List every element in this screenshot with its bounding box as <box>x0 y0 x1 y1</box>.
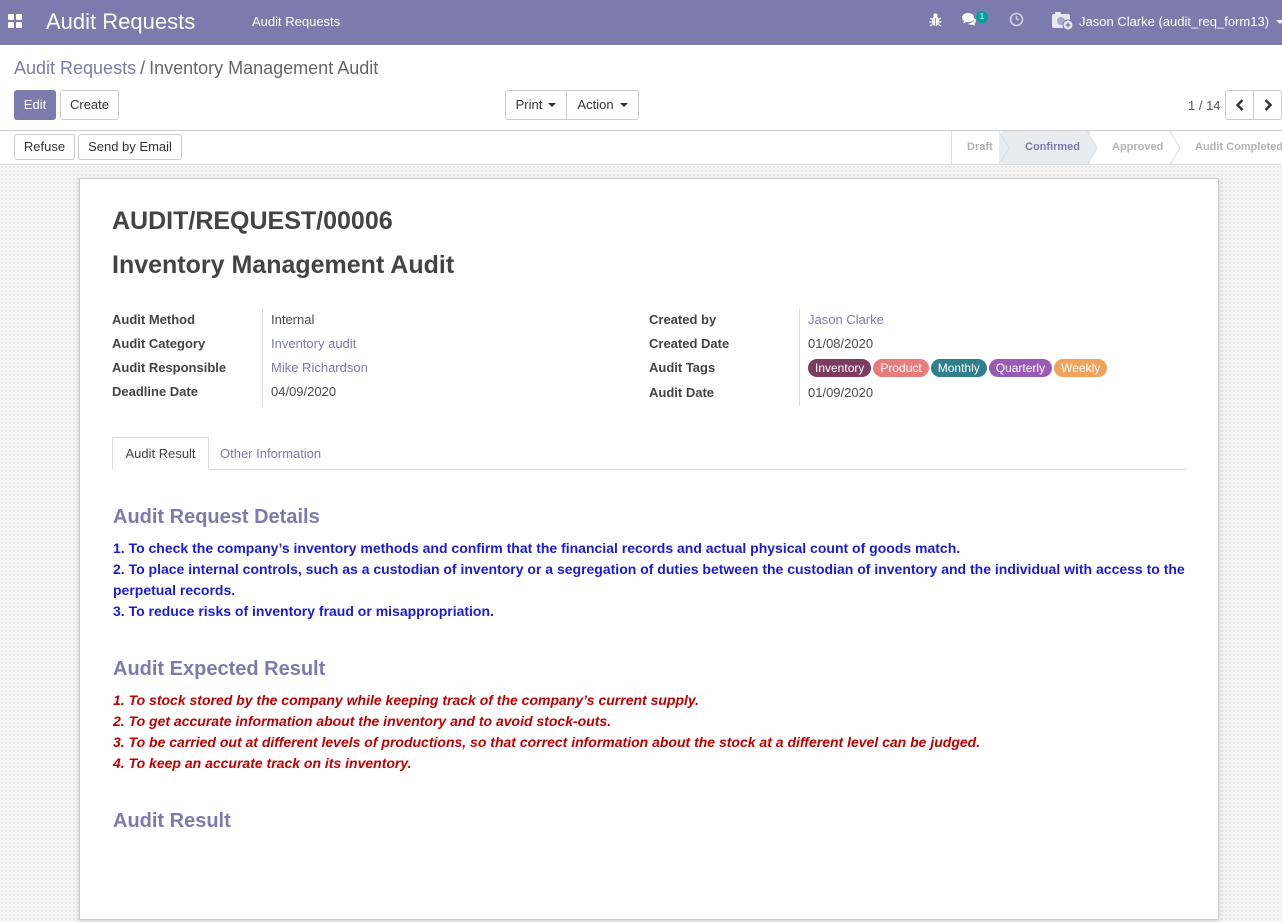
chevron-left-icon <box>1235 99 1243 111</box>
stage-audit-completed[interactable]: Audit Completed <box>1195 141 1282 153</box>
chat-count-badge: 1 <box>976 11 988 23</box>
avatar-icon[interactable] <box>1052 11 1074 34</box>
caret-down-icon <box>619 102 628 107</box>
action-dropdown[interactable]: Action <box>566 90 639 120</box>
label-created-date: Created Date <box>649 336 730 351</box>
label-audit-date: Audit Date <box>649 385 714 400</box>
breadcrumb-separator: / <box>140 58 146 78</box>
label-deadline-date: Deadline Date <box>112 384 198 399</box>
create-button[interactable]: Create <box>60 90 119 120</box>
value-deadline-date: 04/09/2020 <box>271 384 337 399</box>
menu-audit-requests[interactable]: Audit Requests <box>252 14 340 29</box>
tag-quarterly[interactable]: Quarterly <box>988 359 1053 377</box>
value-audit-responsible[interactable]: Mike Richardson <box>271 360 368 375</box>
print-dropdown[interactable]: Print <box>505 90 567 120</box>
heading-audit-result: Audit Result <box>113 810 231 832</box>
expected-line-2: 2. To get accurate information about the… <box>113 713 612 729</box>
chevron-right-icon <box>1264 99 1272 111</box>
chat-icon[interactable] <box>961 12 977 30</box>
stage-approved[interactable]: Approved <box>1112 141 1163 153</box>
label-audit-tags: Audit Tags <box>649 360 716 375</box>
detail-line-2: 2. To place internal controls, such as a… <box>113 561 1185 598</box>
label-audit-category: Audit Category <box>112 336 206 351</box>
print-label: Print <box>515 97 543 112</box>
heading-audit-expected-result: Audit Expected Result <box>113 658 326 680</box>
apps-icon[interactable] <box>8 14 22 28</box>
detail-line-3: 3. To reduce risks of inventory fraud or… <box>113 603 494 619</box>
pager-value[interactable]: 1 / 14 <box>1188 98 1221 113</box>
stage-draft[interactable]: Draft <box>967 141 993 153</box>
tag-inventory[interactable]: Inventory <box>808 359 872 377</box>
heading-audit-request-details: Audit Request Details <box>113 506 320 528</box>
breadcrumb-parent[interactable]: Audit Requests <box>14 58 136 78</box>
value-audit-date: 01/09/2020 <box>808 385 874 400</box>
tag-product[interactable]: Product <box>873 359 929 377</box>
stage-arrow <box>1086 131 1098 165</box>
detail-line-1: 1. To check the company’s inventory meth… <box>113 540 961 556</box>
edit-button[interactable]: Edit <box>14 90 56 120</box>
value-audit-method: Internal <box>271 312 315 327</box>
pager-previous-button[interactable] <box>1225 90 1254 120</box>
stage-arrow <box>1169 131 1181 165</box>
label-audit-responsible: Audit Responsible <box>112 360 227 375</box>
label-created-by: Created by <box>649 312 717 327</box>
expected-line-4: 4. To keep an accurate track on its inve… <box>113 755 412 771</box>
tab-audit-result[interactable]: Audit Result <box>112 437 209 470</box>
label-audit-method: Audit Method <box>112 312 196 327</box>
value-audit-category[interactable]: Inventory audit <box>271 336 356 351</box>
caret-down-icon <box>548 102 557 107</box>
expected-line-1: 1. To stock stored by the company while … <box>113 692 700 708</box>
refuse-button[interactable]: Refuse <box>14 134 75 160</box>
top-navbar: Audit Requests Audit Requests 1 Jason Cl… <box>0 0 1282 45</box>
action-label: Action <box>577 97 614 112</box>
audit-tags: Inventory Product Monthly Quarterly Weekly <box>808 359 1109 377</box>
record-name: Inventory Management Audit <box>112 251 455 279</box>
chevron-down-icon[interactable] <box>1276 20 1282 24</box>
record-reference: AUDIT/REQUEST/00006 <box>112 207 393 235</box>
field-divider <box>262 309 263 406</box>
app-title[interactable]: Audit Requests <box>46 9 195 35</box>
user-menu[interactable]: Jason Clarke (audit_req_form13) <box>1079 14 1269 29</box>
expected-line-3: 3. To be carried out at different levels… <box>113 734 981 750</box>
tab-other-information[interactable]: Other Information <box>220 446 321 461</box>
pager-next-button[interactable] <box>1253 90 1282 120</box>
clock-icon[interactable] <box>1009 12 1024 30</box>
breadcrumb: Audit Requests / Inventory Management Audi… <box>14 58 378 79</box>
value-created-by[interactable]: Jason Clarke <box>808 312 884 327</box>
breadcrumb-current: Inventory Management Audit <box>149 58 379 78</box>
field-divider <box>799 309 800 406</box>
stage-arrow <box>998 131 1010 165</box>
stage-confirmed[interactable]: Confirmed <box>1025 141 1080 153</box>
tag-weekly[interactable]: Weekly <box>1054 359 1108 377</box>
stage-divider <box>951 131 952 165</box>
bug-icon[interactable] <box>929 12 942 31</box>
value-created-date: 01/08/2020 <box>808 336 874 351</box>
send-email-button[interactable]: Send by Email <box>78 134 182 160</box>
tag-monthly[interactable]: Monthly <box>930 359 987 377</box>
tab-underline <box>112 469 1186 470</box>
